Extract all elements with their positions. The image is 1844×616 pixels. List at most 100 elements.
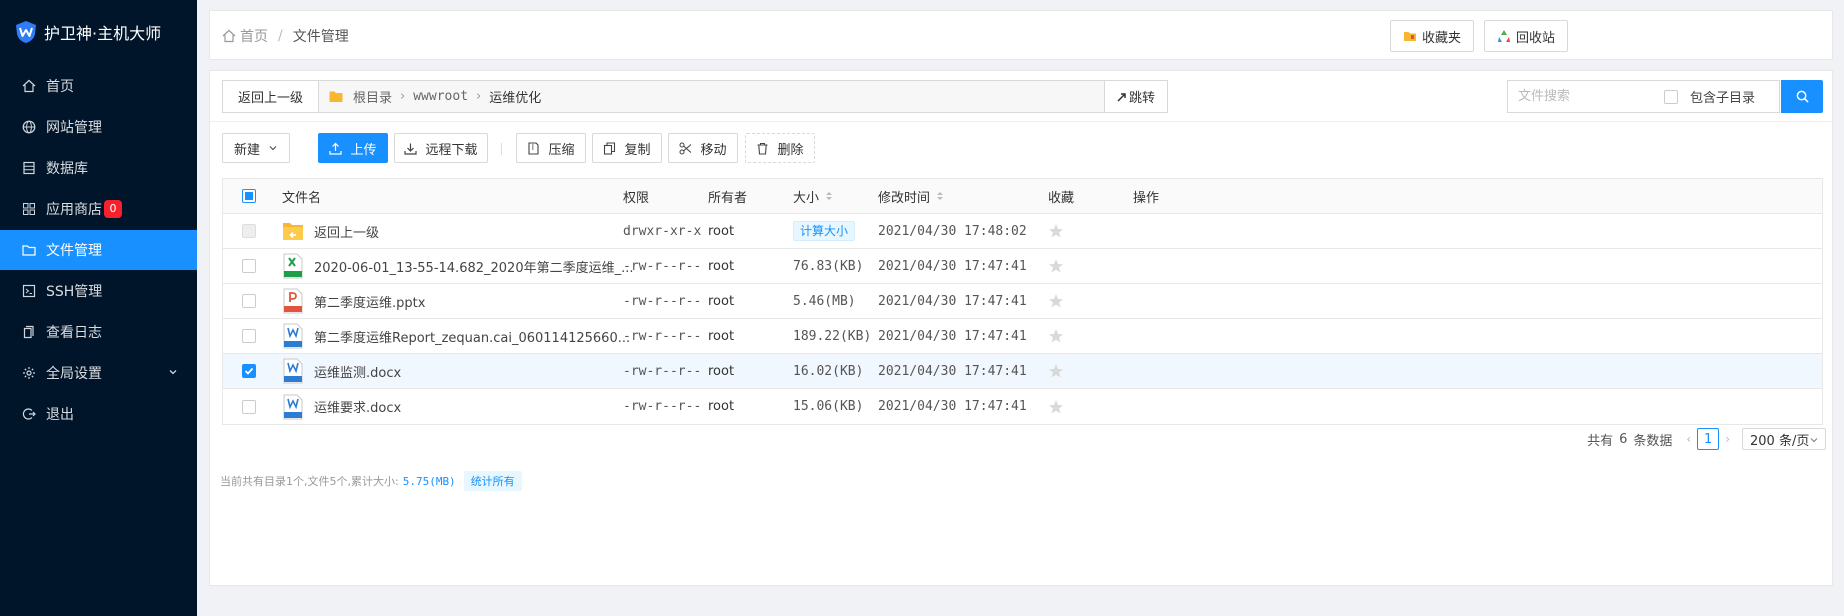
column-header-actions: 操作	[1133, 190, 1160, 206]
table-row[interactable]: 第二季度运维.pptx -rw-r--r-- root 5.46(MB) 202…	[223, 284, 1822, 319]
row-checkbox-cell	[242, 249, 256, 283]
permission-cell: -rw-r--r--	[623, 328, 702, 344]
arrow-jump-icon	[1117, 92, 1126, 102]
row-checkbox[interactable]	[242, 364, 256, 378]
modified-cell: 2021/04/30 17:47:41	[878, 399, 1027, 414]
path-crumb-root[interactable]: 根目录	[353, 87, 392, 106]
app-grid-icon	[22, 202, 36, 216]
favorites-button[interactable]: 收藏夹	[1390, 20, 1475, 52]
go-up-button[interactable]: 返回上一级	[223, 81, 320, 112]
table-row[interactable]: 返回上一级 drwxr-xr-x root 计算大小 2021/04/30 17…	[223, 214, 1822, 249]
search-button[interactable]	[1781, 80, 1823, 113]
copy-button[interactable]: 复制	[592, 133, 662, 163]
star-icon[interactable]	[1048, 223, 1064, 239]
new-dropdown-button[interactable]: 新建	[222, 133, 290, 163]
page-size-select[interactable]: 200 条/页	[1742, 428, 1826, 450]
favorite-cell	[1048, 354, 1064, 388]
chevron-down-icon	[169, 370, 177, 375]
row-checkbox-cell	[242, 214, 256, 248]
total-suffix: 条数据	[1633, 433, 1673, 449]
column-header-owner: 所有者	[708, 190, 748, 206]
table-row[interactable]: 运维要求.docx -rw-r--r-- root 15.06(KB) 2021…	[223, 389, 1822, 424]
docx-file-icon	[283, 394, 303, 419]
favorite-cell	[1048, 389, 1064, 424]
permission-cell: -rw-r--r--	[623, 293, 702, 309]
file-name-cell[interactable]: 返回上一级	[282, 214, 379, 248]
recycle-bin-button[interactable]: 回收站	[1484, 20, 1569, 52]
delete-button[interactable]: 删除	[745, 133, 815, 163]
sidebar-item-home[interactable]: 首页	[0, 66, 197, 106]
sidebar-item-label: 网站管理	[46, 120, 102, 136]
file-name-cell[interactable]: 第二季度运维Report_zequan.cai_060114125660...	[282, 319, 630, 353]
permission-cell: -rw-r--r--	[623, 258, 702, 274]
modified-cell: 2021/04/30 17:47:41	[878, 293, 1027, 309]
size-cell: 189.22(KB)	[793, 328, 872, 344]
modified-cell: 2021/04/30 17:48:02	[878, 223, 1027, 239]
app-title: 护卫神·主机大师	[44, 24, 162, 43]
table-row[interactable]: 2020-06-01_13-55-14.682_2020年第二季度运维_... …	[223, 249, 1822, 284]
file-name-cell[interactable]: 2020-06-01_13-55-14.682_2020年第二季度运维_...	[282, 249, 633, 283]
favorite-cell	[1048, 284, 1064, 318]
star-icon[interactable]	[1048, 399, 1064, 415]
file-name-cell[interactable]: 第二季度运维.pptx	[282, 284, 425, 318]
upload-button[interactable]: 上传	[318, 133, 388, 163]
row-checkbox[interactable]	[242, 329, 256, 343]
size-cell: 5.46(MB)	[793, 293, 856, 309]
stat-all-button[interactable]: 统计所有	[463, 471, 522, 491]
row-checkbox	[242, 224, 256, 238]
calculate-size-button[interactable]: 计算大小	[793, 221, 856, 241]
file-name-cell[interactable]: 运维监测.docx	[282, 354, 401, 388]
file-name-cell[interactable]: 运维要求.docx	[282, 389, 401, 424]
sidebar-item-global-settings[interactable]: 全局设置	[0, 353, 197, 393]
favorites-label: 收藏夹	[1422, 30, 1462, 46]
table-row[interactable]: 第二季度运维Report_zequan.cai_060114125660... …	[223, 319, 1822, 354]
row-checkbox[interactable]	[242, 259, 256, 273]
column-header-modified[interactable]: 修改时间	[878, 179, 944, 213]
file-name: 2020-06-01_13-55-14.682_2020年第二季度运维_...	[314, 260, 634, 276]
database-icon	[22, 161, 36, 175]
page-number-current[interactable]: 1	[1697, 428, 1720, 450]
compress-button[interactable]: 压缩	[516, 133, 586, 163]
star-icon[interactable]	[1048, 293, 1064, 309]
chevron-right-icon: ›	[476, 89, 482, 104]
row-checkbox[interactable]	[242, 399, 256, 414]
favorite-cell	[1048, 214, 1064, 248]
row-checkbox[interactable]	[242, 294, 256, 308]
modified-cell: 2021/04/30 17:47:41	[878, 363, 1027, 379]
sidebar-item-logout[interactable]: 退出	[0, 394, 197, 434]
owner-cell: root	[708, 223, 735, 239]
sidebar-item-database[interactable]: 数据库	[0, 148, 197, 188]
table-row[interactable]: 运维监测.docx -rw-r--r-- root 16.02(KB) 2021…	[223, 354, 1822, 389]
favorite-cell	[1048, 249, 1064, 283]
row-checkbox-cell	[242, 354, 256, 388]
next-page-icon[interactable]: ›	[1725, 432, 1730, 446]
star-icon[interactable]	[1048, 328, 1064, 344]
sidebar-item-logs[interactable]: 查看日志	[0, 312, 197, 352]
sidebar-item-app-store[interactable]: 应用商店 0	[0, 189, 197, 229]
column-header-size[interactable]: 大小	[793, 179, 833, 213]
prev-page-icon[interactable]: ‹	[1686, 432, 1691, 446]
column-header-favorite: 收藏	[1048, 190, 1075, 206]
select-all-checkbox[interactable]	[242, 189, 256, 203]
home-icon	[22, 79, 36, 93]
row-checkbox-cell	[242, 389, 256, 424]
path-crumb-wwwroot[interactable]: wwwroot	[413, 89, 468, 104]
include-subdirectories-checkbox[interactable]	[1664, 89, 1678, 104]
file-search-input[interactable]	[1508, 81, 1658, 112]
jump-button[interactable]: 跳转	[1103, 81, 1167, 112]
file-name: 运维监测.docx	[314, 365, 402, 381]
chevron-right-icon: ›	[400, 89, 406, 104]
star-icon[interactable]	[1048, 363, 1064, 379]
sidebar-item-ssh[interactable]: SSH管理	[0, 271, 197, 311]
star-icon[interactable]	[1048, 258, 1064, 274]
chevron-down-icon	[1810, 438, 1818, 443]
sidebar-item-sites[interactable]: 网站管理	[0, 107, 197, 147]
path-crumb-current[interactable]: 运维优化	[489, 87, 541, 106]
sidebar-item-file-manager[interactable]: 文件管理	[0, 230, 197, 270]
remote-download-button[interactable]: 远程下载	[394, 133, 488, 163]
move-button[interactable]: 移动	[668, 133, 738, 163]
sidebar-item-label: 数据库	[46, 161, 88, 177]
download-icon	[404, 143, 418, 155]
breadcrumb-home[interactable]: 首页	[240, 26, 268, 46]
delete-label: 删除	[777, 142, 804, 158]
